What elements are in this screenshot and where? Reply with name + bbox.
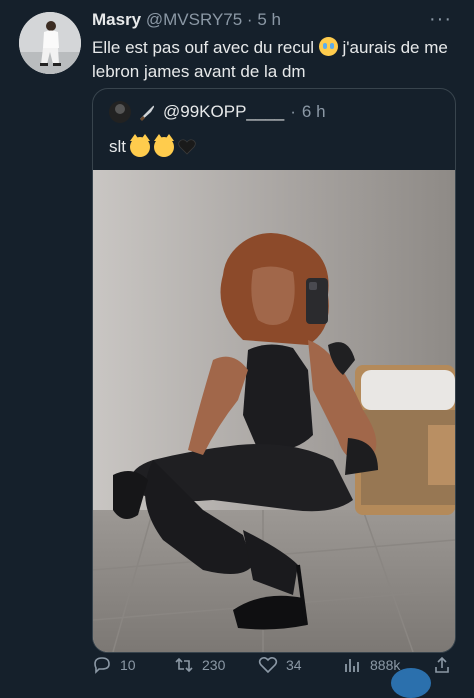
like-button[interactable]: 34 — [258, 655, 302, 675]
quoted-tweet-text-row: slt — [109, 134, 196, 157]
views-count: 888k — [370, 657, 401, 673]
author-handle[interactable]: @MVSRY75 — [146, 10, 242, 29]
quoted-tweet[interactable]: @99KOPP____ · 6 h slt — [92, 88, 456, 653]
meta-separator: · — [242, 10, 258, 29]
share-icon — [435, 656, 449, 673]
quoted-meta-separator: · — [290, 102, 296, 121]
loudly-crying-face-icon — [318, 37, 338, 56]
tweet-header: Masry @MVSRY75 · 5 h — [92, 10, 281, 30]
author-avatar[interactable] — [19, 12, 81, 74]
quoted-author-handle[interactable]: @99KOPP____ — [163, 102, 284, 122]
more-options-icon[interactable]: ··· — [429, 8, 452, 31]
quoted-tweet-text: slt — [109, 137, 126, 156]
retweet-button[interactable]: 230 — [174, 655, 225, 675]
tweet-time[interactable]: 5 h — [257, 10, 281, 29]
floating-compose-button[interactable] — [391, 668, 431, 698]
views-icon — [345, 659, 359, 672]
reply-count: 10 — [120, 657, 136, 673]
quoted-tweet-photo[interactable] — [93, 170, 455, 652]
quoted-tweet-time[interactable]: 6 h — [302, 102, 326, 122]
reply-button[interactable]: 10 — [92, 655, 136, 675]
quoted-author-avatar[interactable] — [109, 101, 131, 123]
kissing-cat-icon — [130, 134, 150, 157]
author-name[interactable]: Masry — [92, 10, 141, 29]
reply-icon — [94, 657, 110, 674]
kissing-cat-icon — [154, 134, 174, 157]
retweet-icon — [175, 657, 193, 673]
tweet-text: Elle est pas ouf avec du recul j'aurais … — [92, 36, 452, 84]
tweet[interactable]: Masry @MVSRY75 · 5 h ··· Elle est pas ou… — [0, 0, 474, 698]
quoted-tweet-header: @99KOPP____ · 6 h — [109, 101, 326, 123]
black-heart-icon — [178, 139, 196, 155]
views-button[interactable]: 888k — [342, 655, 400, 675]
knife-icon — [140, 105, 154, 121]
share-button[interactable] — [432, 655, 452, 675]
heart-icon — [258, 656, 278, 674]
like-count: 34 — [286, 657, 302, 673]
retweet-count: 230 — [202, 657, 226, 673]
tweet-text-part1: Elle est pas ouf avec du recul — [92, 38, 319, 57]
